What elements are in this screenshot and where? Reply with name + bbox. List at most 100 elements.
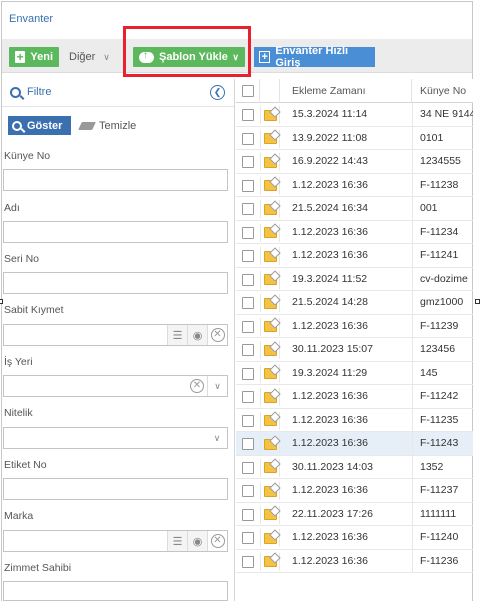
row-checkbox[interactable] bbox=[242, 156, 254, 171]
table-row[interactable]: 19.3.2024 11:29 145 bbox=[236, 361, 473, 385]
edit-note-icon[interactable] bbox=[260, 411, 280, 430]
list-icon[interactable]: ☰ bbox=[167, 325, 187, 345]
cell-kunye-no: F-11238 bbox=[420, 178, 459, 191]
row-checkbox[interactable] bbox=[242, 273, 254, 289]
resize-handle-right[interactable] bbox=[475, 299, 480, 304]
field-label-attribute: Nitelik bbox=[4, 407, 33, 419]
eye-icon[interactable]: ◉ bbox=[187, 325, 207, 345]
row-checkbox[interactable] bbox=[242, 532, 254, 547]
row-checkbox[interactable] bbox=[242, 461, 254, 477]
table-row[interactable]: 21.5.2024 14:28 gmz1000 bbox=[236, 291, 473, 315]
custodian-input[interactable] bbox=[3, 581, 228, 601]
table-row[interactable]: 1.12.2023 16:36 F-11239 bbox=[236, 314, 473, 338]
row-checkbox[interactable] bbox=[242, 297, 254, 312]
brand-input[interactable]: ☰ ◉ ✕ bbox=[3, 530, 228, 552]
table-row[interactable]: 1.12.2023 16:36 F-11240 bbox=[236, 526, 473, 550]
edit-note-icon[interactable] bbox=[260, 270, 280, 289]
chevron-down-icon[interactable]: ∨ bbox=[207, 428, 227, 448]
clear-circle-icon[interactable]: ✕ bbox=[207, 531, 227, 551]
row-checkbox[interactable] bbox=[242, 508, 254, 524]
breadcrumb[interactable]: Envanter bbox=[9, 13, 53, 25]
edit-note-icon[interactable] bbox=[260, 294, 280, 312]
row-checkbox[interactable] bbox=[242, 555, 254, 571]
chevron-down-icon[interactable]: ∨ bbox=[207, 376, 227, 396]
workplace-select[interactable]: ✕ ∨ bbox=[3, 375, 228, 397]
edit-note-icon[interactable] bbox=[260, 388, 280, 406]
edit-note-icon[interactable] bbox=[260, 317, 280, 336]
edit-note-icon[interactable] bbox=[260, 364, 280, 383]
row-checkbox[interactable] bbox=[242, 367, 254, 383]
row-checkbox[interactable] bbox=[242, 203, 254, 218]
serial-no-input[interactable] bbox=[3, 272, 228, 294]
edit-note-icon[interactable] bbox=[260, 247, 280, 265]
row-checkbox[interactable] bbox=[242, 109, 254, 124]
table-row[interactable]: 1.12.2023 16:36 F-11234 bbox=[236, 220, 473, 244]
row-checkbox[interactable] bbox=[242, 414, 254, 430]
column-header-kunye-no[interactable]: Künye No bbox=[412, 79, 473, 103]
row-checkbox[interactable] bbox=[242, 226, 254, 242]
table-row[interactable]: 30.11.2023 15:07 123456 bbox=[236, 338, 473, 362]
field-label-name: Adı bbox=[4, 202, 20, 214]
other-dropdown[interactable]: Diğer ∨ bbox=[69, 47, 110, 67]
clear-circle-icon[interactable]: ✕ bbox=[207, 325, 227, 345]
row-checkbox[interactable] bbox=[242, 391, 254, 406]
cell-kunye-no: 1234555 bbox=[420, 155, 461, 167]
edit-note-icon[interactable] bbox=[260, 176, 280, 195]
list-icon[interactable]: ☰ bbox=[167, 531, 187, 551]
table-row[interactable]: 1.12.2023 16:36 F-11235 bbox=[236, 408, 473, 432]
table-row[interactable]: 19.3.2024 11:52 cv-dozime bbox=[236, 267, 473, 291]
edit-note-icon[interactable] bbox=[260, 153, 280, 171]
show-button[interactable]: Göster bbox=[8, 116, 71, 135]
edit-note-icon[interactable] bbox=[260, 223, 280, 242]
table-row[interactable]: 1.12.2023 16:36 F-11241 bbox=[236, 244, 473, 268]
table-row[interactable]: 21.5.2024 16:34 001 bbox=[236, 197, 473, 221]
row-checkbox[interactable] bbox=[242, 438, 254, 453]
cell-added-time: 21.5.2024 14:28 bbox=[292, 296, 368, 308]
edit-note-icon[interactable] bbox=[260, 458, 280, 477]
table-row[interactable]: 1.12.2023 16:36 F-11236 bbox=[236, 549, 473, 573]
clear-circle-icon[interactable]: ✕ bbox=[187, 376, 207, 396]
row-checkbox[interactable] bbox=[242, 344, 254, 359]
table-row[interactable]: 22.11.2023 17:26 1111111 bbox=[236, 502, 473, 526]
resize-handle-left[interactable] bbox=[0, 299, 3, 304]
fixed-asset-input[interactable]: ☰ ◉ ✕ bbox=[3, 324, 228, 346]
row-checkbox[interactable] bbox=[242, 132, 254, 148]
inventory-quick-entry-button[interactable]: + Envanter Hızlı Giriş bbox=[254, 45, 375, 69]
cell-kunye-no: F-11236 bbox=[420, 554, 459, 567]
cell-kunye-no: 1352 bbox=[420, 460, 444, 473]
row-checkbox[interactable] bbox=[242, 320, 254, 336]
table-row[interactable]: 16.9.2022 14:43 1234555 bbox=[236, 150, 473, 174]
edit-note-icon[interactable] bbox=[260, 200, 280, 218]
clear-button[interactable]: Temizle bbox=[78, 116, 136, 135]
edit-note-icon[interactable] bbox=[260, 341, 280, 359]
edit-note-icon[interactable] bbox=[260, 482, 280, 500]
table-row[interactable]: 1.12.2023 16:36 F-11237 bbox=[236, 479, 473, 503]
cell-added-time: 1.12.2023 16:36 bbox=[292, 225, 368, 238]
table-row[interactable]: 1.12.2023 16:36 F-11238 bbox=[236, 173, 473, 197]
name-input[interactable] bbox=[3, 221, 228, 243]
edit-note-icon[interactable] bbox=[260, 435, 280, 453]
row-checkbox[interactable] bbox=[242, 179, 254, 195]
row-checkbox[interactable] bbox=[242, 250, 254, 265]
field-label-fixed-asset: Sabit Kıymet bbox=[4, 304, 64, 316]
edit-note-icon[interactable] bbox=[260, 552, 280, 571]
edit-note-icon[interactable] bbox=[260, 529, 280, 547]
table-row[interactable]: 1.12.2023 16:36 F-11243 bbox=[236, 432, 473, 456]
collapse-icon[interactable]: ❮ bbox=[210, 85, 225, 100]
cell-added-time: 1.12.2023 16:36 bbox=[292, 554, 368, 567]
kunye-no-input[interactable] bbox=[3, 169, 228, 191]
eye-icon[interactable]: ◉ bbox=[187, 531, 207, 551]
table-row[interactable]: 15.3.2024 11:14 34 NE 9144 bbox=[236, 103, 473, 127]
table-row[interactable]: 13.9.2022 11:08 0101 bbox=[236, 126, 473, 150]
new-button[interactable]: + Yeni bbox=[9, 47, 59, 67]
edit-note-icon[interactable] bbox=[260, 505, 280, 524]
edit-note-icon[interactable] bbox=[260, 129, 280, 148]
column-header-added-time[interactable]: Ekleme Zamanı bbox=[280, 79, 412, 103]
select-all-checkbox[interactable] bbox=[236, 79, 260, 103]
attribute-select[interactable]: ∨ bbox=[3, 427, 228, 449]
tag-no-input[interactable] bbox=[3, 478, 228, 500]
row-checkbox[interactable] bbox=[242, 485, 254, 500]
table-row[interactable]: 1.12.2023 16:36 F-11242 bbox=[236, 385, 473, 409]
edit-note-icon[interactable] bbox=[260, 106, 280, 124]
table-row[interactable]: 30.11.2023 14:03 1352 bbox=[236, 455, 473, 479]
